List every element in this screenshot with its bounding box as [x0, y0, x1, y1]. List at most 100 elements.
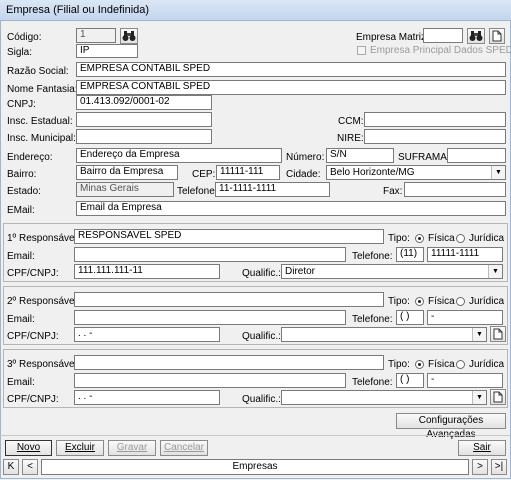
gravar-button[interactable]: Gravar	[108, 440, 156, 456]
resp-telefone-field[interactable]: -	[427, 373, 503, 388]
tipo-juridica-label: Jurídica	[469, 296, 505, 307]
tipo-juridica-label: Jurídica	[469, 233, 505, 244]
nire-field[interactable]	[364, 129, 506, 144]
nav-last-button[interactable]: >|	[491, 459, 507, 475]
empresa-matriz-new-button[interactable]	[489, 28, 505, 44]
resp-telefone-label: Telefone:	[352, 251, 393, 262]
tipo-fisica-radio[interactable]	[415, 234, 424, 243]
cep-field[interactable]: 11111-111	[216, 165, 280, 180]
resp-qualific-select[interactable]: ▼	[281, 327, 487, 342]
resp-ddd-field[interactable]: ( )	[396, 373, 424, 388]
resp-email-label: Email:	[7, 251, 35, 262]
chevron-down-icon[interactable]: ▼	[472, 391, 486, 404]
responsavel-field[interactable]: RESPONSAVEL SPED	[74, 229, 384, 244]
resp-email-field[interactable]	[74, 247, 346, 262]
resp-telefone-field[interactable]: -	[427, 310, 503, 325]
resp-qualific-label: Qualific.:	[242, 331, 281, 342]
cancelar-button[interactable]: Cancelar	[160, 440, 208, 456]
cidade-select[interactable]: Belo Horizonte/MG ▼	[326, 165, 506, 180]
tipo-fisica-label: Física	[428, 296, 455, 307]
resp-cpf-label: CPF/CNPJ:	[7, 331, 59, 342]
new-document-icon	[492, 30, 502, 42]
tipo-juridica-radio[interactable]	[456, 297, 465, 306]
empresa-matriz-search-button[interactable]	[467, 28, 485, 44]
suframa-field[interactable]	[447, 148, 506, 163]
tipo-juridica-radio[interactable]	[456, 360, 465, 369]
sigla-field[interactable]: IP	[76, 44, 138, 58]
tipo-fisica-label: Física	[428, 233, 455, 244]
excluir-button[interactable]: Excluir	[56, 440, 104, 456]
resp-email-field[interactable]	[74, 310, 346, 325]
codigo-field[interactable]: 1	[76, 28, 116, 43]
telefone-field[interactable]: 11-1111-1111	[215, 182, 330, 197]
cnpj-label: CNPJ:	[7, 99, 36, 110]
insc-estadual-field[interactable]	[76, 112, 212, 127]
nav-first-button[interactable]: K	[3, 459, 19, 475]
email-label: EMail:	[7, 205, 35, 216]
ccm-label-text: CCM:	[338, 116, 364, 127]
nav-prev-button[interactable]: <	[22, 459, 38, 475]
configuracoes-avancadas-button[interactable]: Configurações Avançadas	[396, 413, 506, 440]
sigla-label: Sigla:	[7, 47, 33, 58]
resp-qualific-value: Diretor	[285, 266, 316, 277]
endereco-field[interactable]: Endereço da Empresa	[76, 148, 282, 163]
nire-label: NIRE:	[337, 133, 364, 144]
novo-label: Novo	[16, 442, 41, 453]
binoculars-icon	[469, 31, 483, 41]
nav-label: Empresas	[41, 459, 469, 475]
resp-email-label: Email:	[7, 377, 35, 388]
cep-label: CEP:	[192, 169, 216, 180]
bairro-field[interactable]: Bairro da Empresa	[76, 165, 178, 180]
nome-fantasia-field[interactable]: EMPRESA CONTABIL SPED	[76, 80, 506, 95]
cnpj-field[interactable]: 01.413.092/0001-02	[76, 95, 212, 110]
insc-municipal-label: Insc. Municipal:	[7, 133, 76, 144]
sair-label: Sair	[473, 442, 491, 453]
codigo-search-button[interactable]	[120, 28, 138, 44]
new-document-icon	[493, 328, 503, 340]
tipo-label: Tipo:	[388, 233, 410, 244]
insc-municipal-field[interactable]	[76, 129, 212, 144]
telefone-label: Telefone:	[177, 186, 218, 197]
chevron-down-icon[interactable]: ▼	[488, 265, 502, 278]
resp-cpf-field[interactable]: 111.111.111-11	[74, 264, 220, 279]
resp-telefone-field[interactable]: 11111-1111	[427, 247, 503, 262]
tipo-fisica-label: Física	[428, 359, 455, 370]
email-field[interactable]: Email da Empresa	[76, 201, 506, 216]
tipo-juridica-radio[interactable]	[456, 234, 465, 243]
responsavel-field[interactable]	[74, 292, 384, 307]
novo-button[interactable]: Novo	[5, 440, 52, 456]
chevron-down-icon[interactable]: ▼	[491, 166, 505, 179]
new-document-icon	[493, 391, 503, 403]
resp-qualific-select[interactable]: Diretor ▼	[281, 264, 503, 279]
nav-next-button[interactable]: >	[472, 459, 488, 475]
empresa-matriz-field[interactable]	[423, 28, 463, 43]
tipo-fisica-radio[interactable]	[415, 297, 424, 306]
resp-qualific-new-button[interactable]	[490, 389, 506, 405]
razao-social-field[interactable]: EMPRESA CONTABIL SPED	[76, 62, 506, 77]
empresa-principal-label: Empresa Principal Dados SPED	[370, 45, 511, 56]
resp-qualific-new-button[interactable]	[490, 326, 506, 342]
empresa-principal-checkbox[interactable]	[357, 46, 366, 55]
resp-email-field[interactable]	[74, 373, 346, 388]
resp-qualific-select[interactable]: ▼	[281, 390, 487, 405]
responsavel-label: 2º Responsável:	[7, 296, 80, 307]
cidade-value: Belo Horizonte/MG	[330, 167, 415, 178]
window-title: Empresa (Filial ou Indefinida)	[6, 4, 150, 16]
resp-cpf-label: CPF/CNPJ:	[7, 394, 59, 405]
estado-field[interactable]: Minas Gerais	[76, 182, 174, 197]
resp-ddd-field[interactable]: (11)	[396, 247, 424, 262]
chevron-down-icon[interactable]: ▼	[472, 328, 486, 341]
resp-ddd-field[interactable]: ( )	[396, 310, 424, 325]
resp-cpf-field[interactable]: . . -	[74, 327, 220, 342]
numero-label: Número:	[286, 152, 325, 163]
resp-cpf-field[interactable]: . . -	[74, 390, 220, 405]
nome-fantasia-label: Nome Fantasia:	[7, 84, 78, 95]
codigo-label: Código:	[7, 32, 42, 43]
empresa-matriz-label: Empresa Matriz:	[356, 32, 429, 43]
fax-field[interactable]	[404, 182, 506, 197]
tipo-fisica-radio[interactable]	[415, 360, 424, 369]
ccm-field[interactable]	[364, 112, 506, 127]
responsavel-field[interactable]	[74, 355, 384, 370]
sair-button[interactable]: Sair	[458, 440, 506, 456]
numero-field[interactable]: S/N	[326, 148, 394, 163]
